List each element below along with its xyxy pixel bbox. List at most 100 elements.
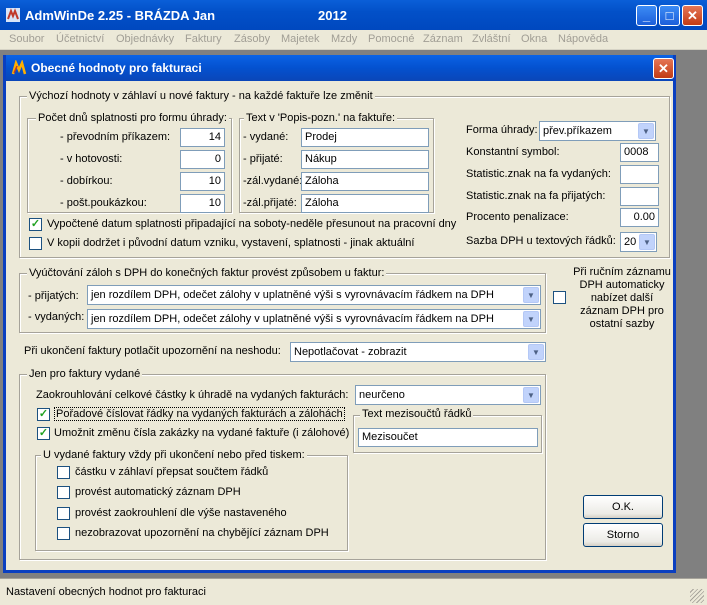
- resize-grip-icon[interactable]: [690, 589, 704, 603]
- app-icon: [6, 8, 20, 22]
- due-cod-label: - dobírkou:: [60, 175, 113, 187]
- menu-zaznam[interactable]: Záznam: [423, 33, 463, 45]
- menu-majetek[interactable]: Majetek: [281, 33, 320, 45]
- cancel-button[interactable]: Storno: [583, 523, 663, 547]
- move-weekend-due-checkbox[interactable]: ✓: [29, 218, 42, 231]
- deposit-issued-select[interactable]: jen rozdílem DPH, odečet zálohy v uplatn…: [87, 309, 541, 329]
- chevron-down-icon[interactable]: ▼: [638, 123, 654, 139]
- rounding-select[interactable]: neurčeno ▼: [355, 385, 541, 405]
- mismatch-select[interactable]: Nepotlačovat - zobrazit ▼: [290, 342, 546, 362]
- app-year: 2012: [318, 8, 347, 23]
- change-order-number-checkbox[interactable]: ✓: [37, 427, 50, 440]
- change-order-number-label: Umožnit změnu čísla zakázky na vydané fa…: [54, 427, 350, 439]
- issued-invoices-label: Jen pro faktury vydané: [27, 368, 143, 380]
- deposit-issued-value: jen rozdílem DPH, odečet zálohy v uplatn…: [91, 313, 494, 325]
- due-postal-label: - pošt.poukázkou:: [60, 197, 147, 209]
- auto-vat-entry-checkbox[interactable]: [57, 486, 70, 499]
- deposit-received-value: jen rozdílem DPH, odečet zálohy v uplatn…: [91, 289, 494, 301]
- due-postal-field[interactable]: 10: [180, 194, 225, 213]
- constant-symbol-label: Konstantní symbol:: [466, 146, 560, 158]
- desc-dep-received-field[interactable]: Záloha: [301, 194, 429, 213]
- menu-ucetnictvi[interactable]: Účetnictví: [56, 33, 104, 45]
- menu-okna[interactable]: Okna: [521, 33, 547, 45]
- keep-original-dates-label: V kopii dodržet i původní datum vzniku, …: [47, 237, 415, 249]
- deposit-settlement-label: Vyúčtování záloh s DPH do konečných fakt…: [27, 267, 387, 279]
- due-transfer-field[interactable]: 14: [180, 128, 225, 147]
- desc-received-label: - přijaté:: [243, 153, 283, 165]
- stat-received-label: Statistic.znak na fa přijatých:: [466, 190, 606, 202]
- menu-napoveda[interactable]: Nápověda: [558, 33, 608, 45]
- hide-missing-vat-warning-checkbox[interactable]: [57, 527, 70, 540]
- menu-pomocne[interactable]: Pomocné: [368, 33, 414, 45]
- menu-zasoby[interactable]: Zásoby: [234, 33, 270, 45]
- maximize-button[interactable]: □: [659, 5, 680, 26]
- description-text-label: Text v 'Popis-pozn.' na faktuře:: [244, 112, 398, 124]
- subtotal-text-label: Text mezisoučtů řádků: [360, 408, 474, 420]
- payment-form-select[interactable]: přev.příkazem ▼: [539, 121, 656, 141]
- overwrite-amount-checkbox[interactable]: [57, 466, 70, 479]
- chevron-down-icon[interactable]: ▼: [523, 387, 539, 403]
- penalty-label: Procento penalizace:: [466, 211, 569, 223]
- close-app-button[interactable]: ✕: [682, 5, 703, 26]
- desc-issued-field[interactable]: Prodej: [301, 128, 429, 147]
- chevron-down-icon[interactable]: ▼: [523, 287, 539, 303]
- rounding-value: neurčeno: [359, 389, 405, 401]
- number-lines-checkbox[interactable]: ✓: [37, 408, 50, 421]
- number-lines-label: Pořadové číslovat řádky na vydaných fakt…: [54, 407, 345, 421]
- status-bar: Nastavení obecných hodnot pro fakturaci: [0, 578, 707, 605]
- menu-faktury[interactable]: Faktury: [185, 33, 222, 45]
- menu-bar: Soubor Účetnictví Objednávky Faktury Zás…: [0, 30, 707, 50]
- stat-issued-field[interactable]: [620, 165, 659, 184]
- manual-vat-entry-checkbox[interactable]: [553, 291, 566, 304]
- close-dialog-button[interactable]: ✕: [653, 58, 674, 79]
- desc-received-field[interactable]: Nákup: [301, 150, 429, 169]
- menu-soubor[interactable]: Soubor: [9, 33, 44, 45]
- apply-rounding-label: provést zaokrouhlení dle výše nastavenéh…: [75, 507, 287, 519]
- vat-rate-label: Sazba DPH u textových řádků:: [466, 235, 616, 247]
- mismatch-value: Nepotlačovat - zobrazit: [294, 346, 407, 358]
- stat-issued-label: Statistic.znak na fa vydaných:: [466, 168, 611, 180]
- due-cash-field[interactable]: 0: [180, 150, 225, 169]
- overwrite-amount-label: částku v záhlaví přepsat součtem řádků: [75, 466, 269, 478]
- minimize-button[interactable]: _: [636, 5, 657, 26]
- subtotal-text-field[interactable]: Mezisoučet: [358, 428, 538, 447]
- auto-vat-entry-label: provést automatický záznam DPH: [75, 486, 241, 498]
- desc-dep-received-label: -zál.přijaté:: [243, 197, 297, 209]
- menu-mzdy[interactable]: Mzdy: [331, 33, 357, 45]
- desc-dep-issued-label: -zál.vydané:: [243, 175, 303, 187]
- chevron-down-icon[interactable]: ▼: [639, 234, 655, 250]
- due-cash-label: - v hotovosti:: [60, 153, 123, 165]
- chevron-down-icon[interactable]: ▼: [523, 311, 539, 327]
- constant-symbol-field[interactable]: 0008: [620, 143, 659, 162]
- due-days-label: Počet dnů splatnosti pro formu úhrady:: [36, 112, 229, 124]
- apply-rounding-checkbox[interactable]: [57, 507, 70, 520]
- payment-form-label: Forma úhrady:: [466, 124, 538, 136]
- ok-button[interactable]: O.K.: [583, 495, 663, 519]
- desc-issued-label: - vydané:: [243, 131, 289, 143]
- hide-missing-vat-warning-label: nezobrazovat upozornění na chybějící záz…: [75, 527, 329, 539]
- vat-rate-select[interactable]: 20 ▼: [620, 232, 657, 252]
- mismatch-label: Při ukončení faktury potlačit upozornění…: [24, 345, 281, 357]
- deposit-issued-label: - vydaných:: [28, 311, 85, 323]
- due-cod-field[interactable]: 10: [180, 172, 225, 191]
- deposit-received-label: - přijatých:: [28, 290, 79, 302]
- keep-original-dates-checkbox[interactable]: [29, 237, 42, 250]
- before-print-label: U vydané faktury vždy při ukončení nebo …: [41, 449, 307, 461]
- app-titlebar: AdmWinDe 2.25 - BRÁZDA Jan 2012 _ □ ✕: [0, 0, 707, 30]
- header-defaults-label: Výchozí hodnoty v záhlaví u nové faktury…: [27, 90, 375, 102]
- payment-form-value: přev.příkazem: [543, 125, 612, 137]
- menu-zvlastni[interactable]: Zvláštní: [472, 33, 511, 45]
- manual-vat-entry-label: Při ručním záznamu DPH automaticky nabíz…: [573, 266, 671, 330]
- chevron-down-icon[interactable]: ▼: [528, 344, 544, 360]
- desc-dep-issued-field[interactable]: Záloha: [301, 172, 429, 191]
- move-weekend-due-label: Vypočtené datum splatnosti připadající n…: [47, 218, 457, 230]
- deposit-received-select[interactable]: jen rozdílem DPH, odečet zálohy v uplatn…: [87, 285, 541, 305]
- settings-dialog: Obecné hodnoty pro fakturaci ✕ Výchozí h…: [3, 55, 676, 573]
- dialog-titlebar: Obecné hodnoty pro fakturaci ✕: [6, 55, 674, 81]
- dialog-icon: [11, 60, 27, 75]
- menu-objednavky[interactable]: Objednávky: [116, 33, 174, 45]
- rounding-label: Zaokrouhlování celkové částky k úhradě n…: [36, 389, 349, 401]
- dialog-title: Obecné hodnoty pro fakturaci: [31, 61, 202, 75]
- penalty-field[interactable]: 0.00: [620, 208, 659, 227]
- stat-received-field[interactable]: [620, 187, 659, 206]
